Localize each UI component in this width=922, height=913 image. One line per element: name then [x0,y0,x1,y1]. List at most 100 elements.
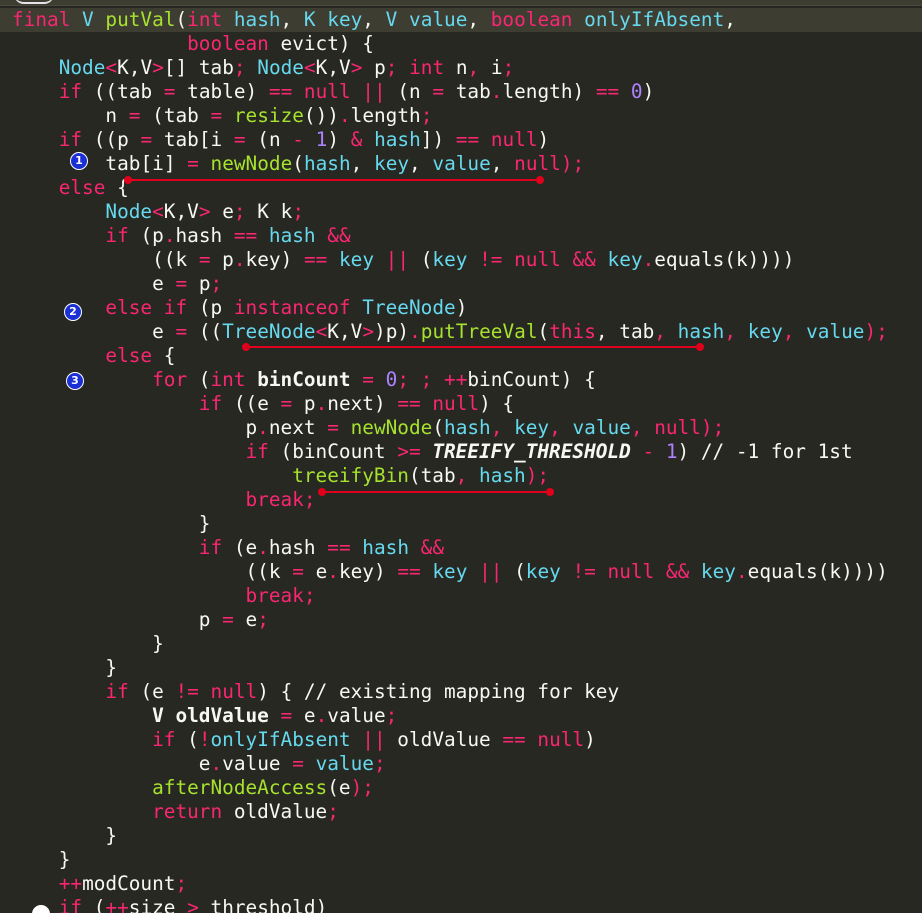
code-token: , [338,320,351,343]
code-line[interactable]: p.next = newNode(hash, key, value, null)… [12,416,724,440]
code-line[interactable]: for (int binCount = 0; ; ++binCount) { [12,368,596,392]
code-token: V [339,56,351,79]
code-token: ) [572,80,596,103]
code-line[interactable]: } [12,656,117,680]
code-token: { [163,344,176,367]
code-line[interactable]: if ((tab = table) == null || (n = tab.le… [12,80,655,104]
code-token: threshold [210,896,316,913]
code-line[interactable]: if (!onlyIfAbsent || oldValue == null) [12,728,596,752]
code-token: = [432,80,456,103]
code-line[interactable]: else { [12,176,129,200]
code-line[interactable]: Node<K,V>[] tab; Node<K,V> p; int n, i; [12,56,515,80]
code-token: else [105,344,164,367]
code-line[interactable]: p = e; [12,608,269,632]
code-token: ) { [560,368,596,391]
code-token: equals [747,560,818,583]
code-token: } [58,848,71,871]
code-line[interactable]: ((k = p.key) == key || (key != null && k… [12,248,794,272]
code-line[interactable]: break; [12,584,316,608]
code-line[interactable]: return oldValue; [12,800,339,824]
code-line[interactable]: Node<K,V> e; K k; [12,200,304,224]
code-token: tab [420,464,456,487]
code-token: e [222,200,234,223]
code-token: , [409,152,433,175]
code-line[interactable]: e = p; [12,272,222,296]
code-token: ; [502,56,515,79]
code-token: hash [303,152,351,175]
code-token: ) [373,560,398,583]
code-token: || [385,248,421,271]
code-token: } [105,824,118,847]
code-line[interactable]: break; [12,488,315,512]
code-token: k [280,200,293,223]
code-line[interactable]: boolean evict) { [12,32,374,56]
code-token: n [105,104,129,127]
code-line[interactable]: if ((e = p.next) == null) { [12,392,514,416]
code-line[interactable]: if (p.hash == hash && [12,224,350,248]
code-token: & [350,128,375,151]
code-line[interactable]: } [12,824,117,848]
code-token: ; [233,56,258,79]
code-token: . [735,560,748,583]
code-line[interactable]: treeifyBin(tab, hash); [12,464,549,488]
code-line[interactable]: if (e.hash == hash && [12,536,444,560]
code-line[interactable]: afterNodeAccess(e); [12,776,374,800]
code-line[interactable]: if (binCount >= TREEIFY_THRESHOLD - 1) /… [12,440,852,464]
code-token: null [303,80,363,103]
code-token: = [233,128,258,151]
code-line[interactable]: } [12,632,164,656]
code-token: == [455,128,491,151]
code-token: )))) [841,560,888,583]
code-line[interactable]: } [12,848,71,872]
code-token: binCount [257,368,363,391]
code-line[interactable]: n = (tab = resize()).length; [12,104,432,128]
code-token: p [374,56,386,79]
code-token: ; [303,584,316,607]
code-token: key [525,560,573,583]
code-line[interactable]: } [12,512,211,536]
code-line[interactable]: else { [12,344,175,368]
code-token: value [806,320,865,343]
code-token: i [152,152,164,175]
code-token: ++ [105,896,129,913]
code-token: 0 [630,80,643,103]
code-token: = [187,152,211,175]
code-token: ; [385,704,398,727]
code-line[interactable]: V oldValue = e.value; [12,704,397,728]
code-token: table [187,80,246,103]
code-token: p [117,128,141,151]
code-editor[interactable]: final V putVal(int hash, K key, V value,… [0,0,922,913]
code-line[interactable]: e.value = value; [12,752,386,776]
code-line[interactable]: ((k = e.key) == key || (key != null && k… [12,560,888,584]
code-line[interactable]: tab[i] = newNode(hash, key, value, null)… [12,152,584,176]
code-token: ] [163,152,188,175]
code-token: , [350,152,375,175]
code-token: (( [93,128,118,151]
code-line[interactable]: ++modCount; [12,872,187,896]
code-token: if [198,392,234,415]
code-token: ( [187,728,199,751]
code-token: onlyIfAbsent [584,8,725,31]
code-line[interactable]: final V putVal(int hash, K key, V value,… [0,8,922,32]
code-token: = [175,272,199,295]
code-token: length [502,80,573,103]
code-token: tab [163,104,211,127]
code-token: tab [455,80,491,103]
code-token: ( [432,416,445,439]
code-line[interactable]: if (e != null) { // existing mapping for… [12,680,619,704]
code-token: = [198,248,223,271]
code-token: 1 [665,440,678,463]
code-token: p [152,224,164,247]
code-line[interactable]: if (++size > threshold) [12,896,328,913]
code-token: boolean [490,8,585,31]
code-line[interactable]: if ((p = tab[i = (n - 1) & hash]) == nul… [12,128,550,152]
code-token: ( [257,128,269,151]
code-token: . [327,560,339,583]
code-token: = [128,104,153,127]
code-line[interactable]: e = ((TreeNode<K,V>)p).putTreeVal(this, … [12,320,888,344]
